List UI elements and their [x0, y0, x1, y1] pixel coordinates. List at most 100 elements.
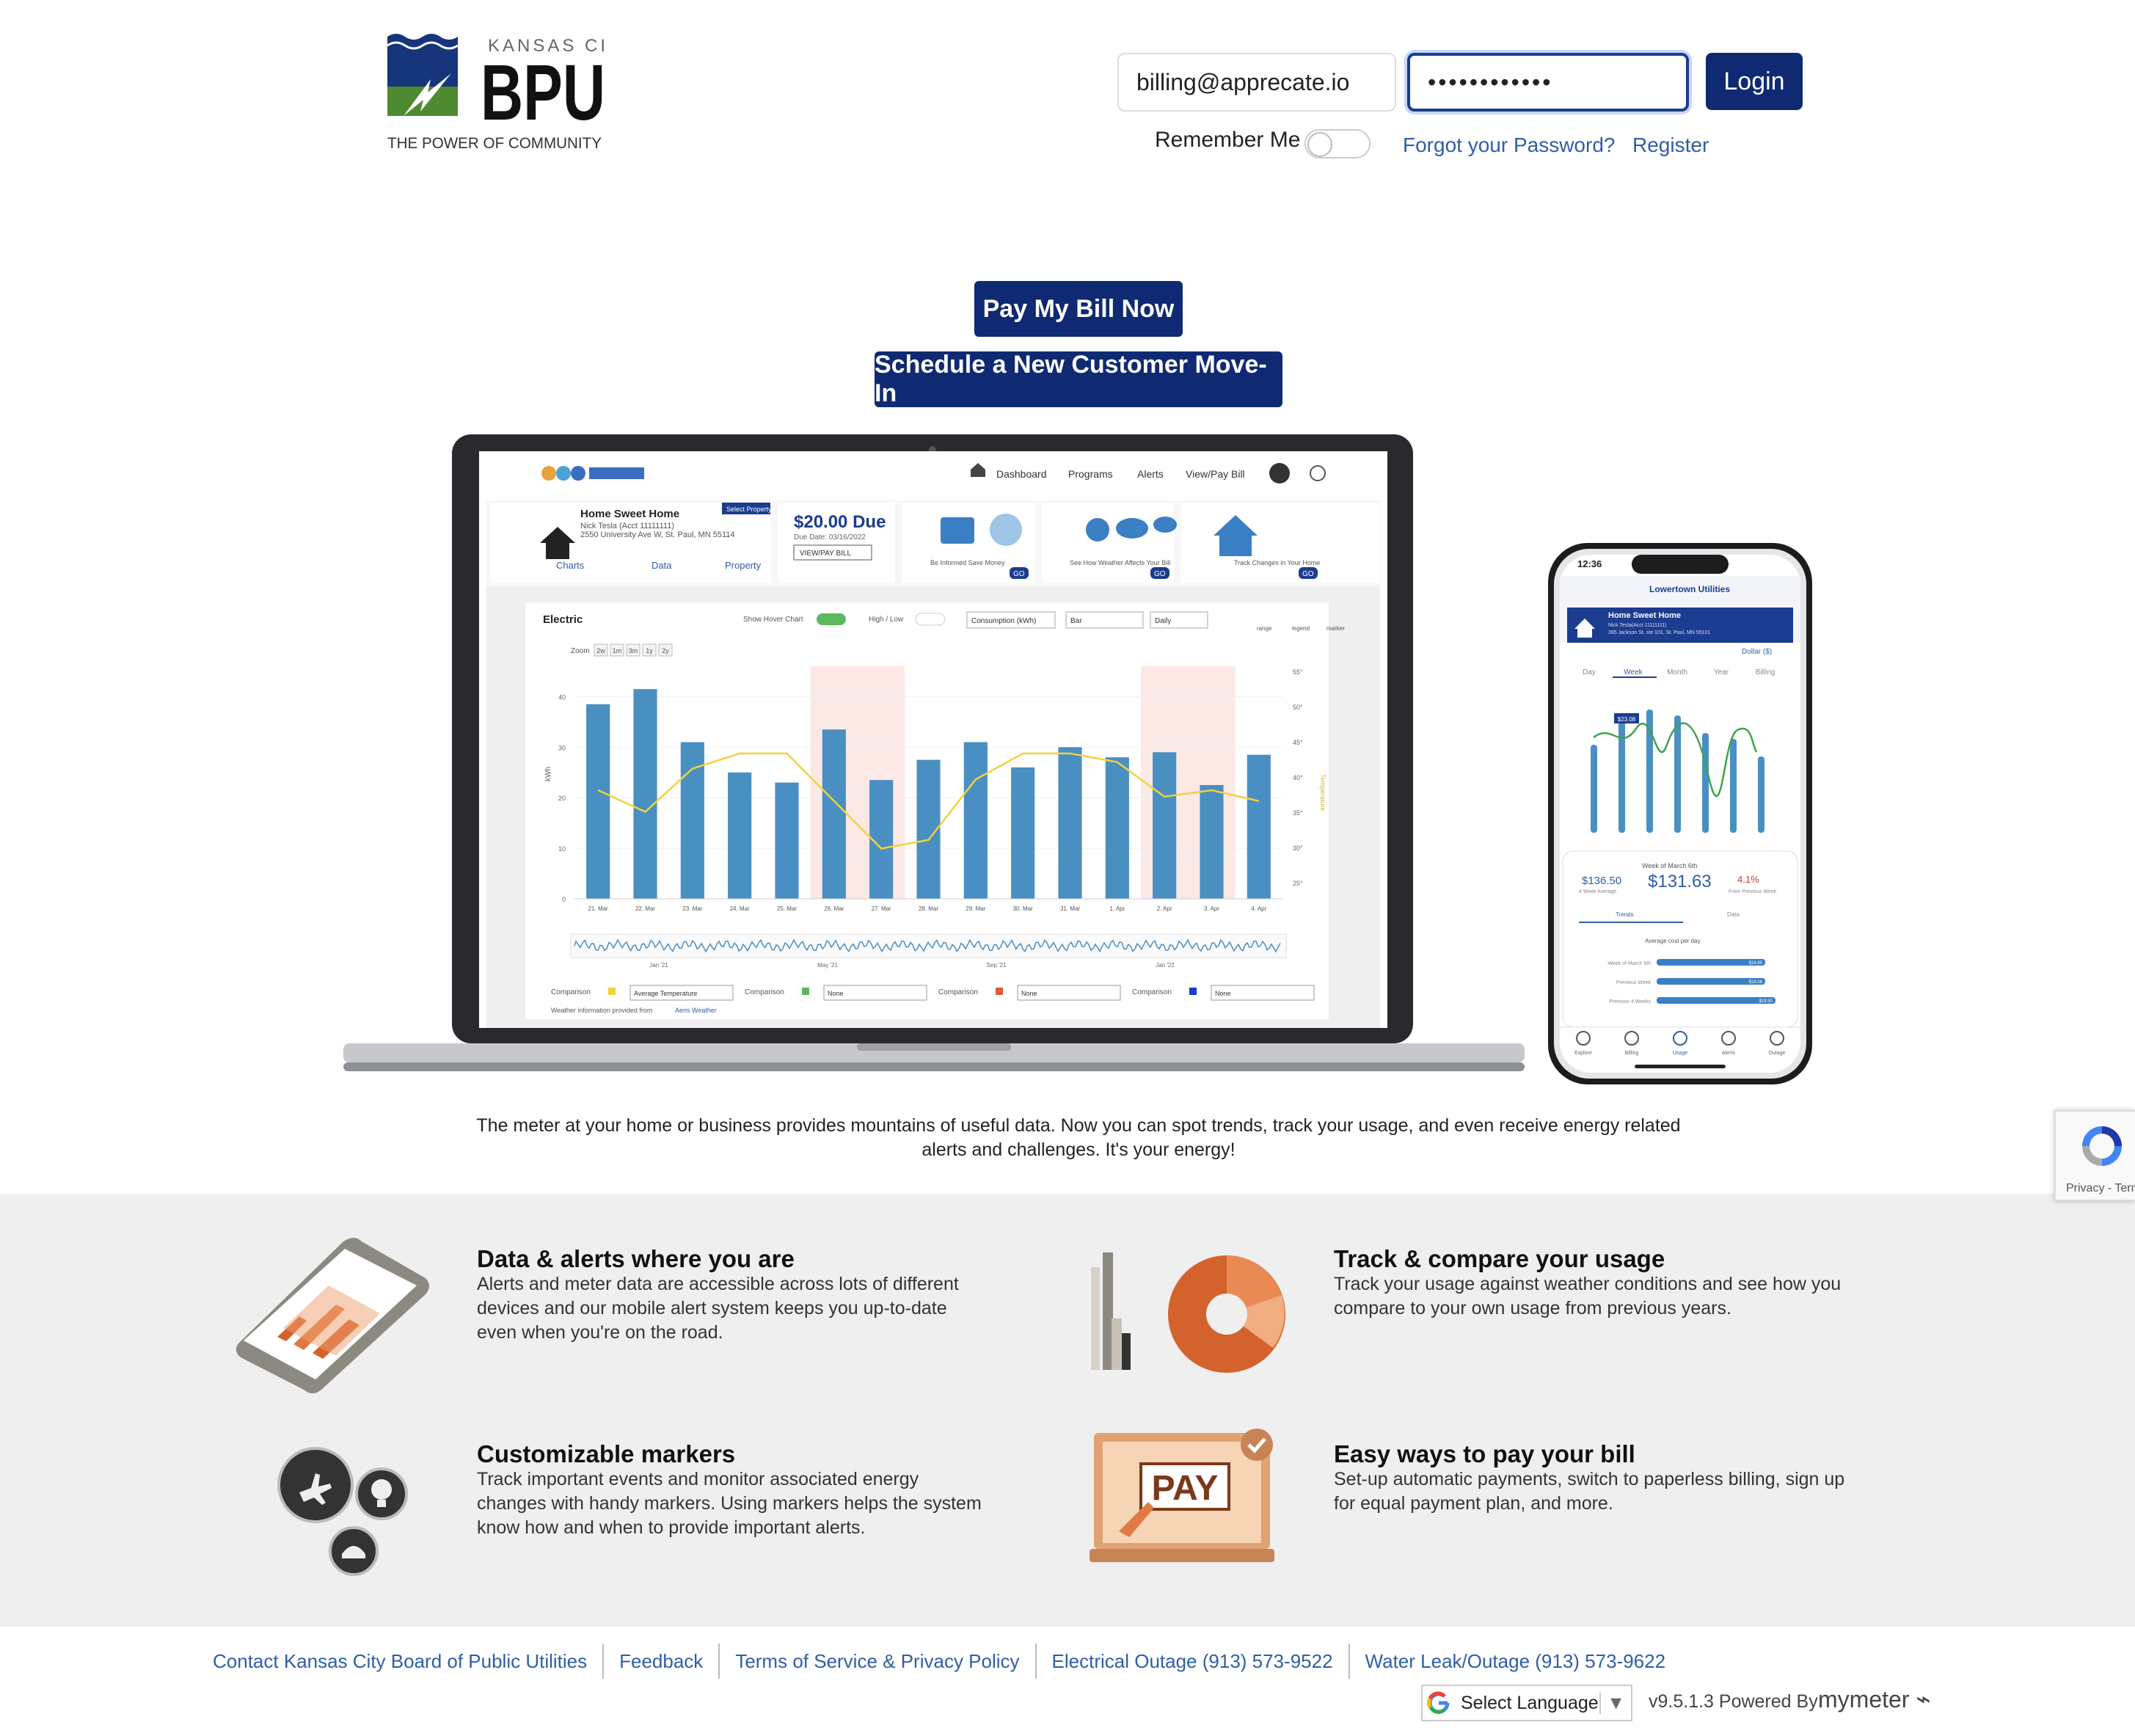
- hero-icon-range: range: [1257, 625, 1272, 632]
- phone-avg-label: 4 Week Average: [1579, 889, 1616, 894]
- navigator-label: May '21: [817, 962, 838, 969]
- mymeter-text: mymeter: [1818, 1686, 1910, 1713]
- comparison-swatch: [608, 988, 616, 995]
- bar-pie-icon: [1091, 1252, 1285, 1373]
- phone-row-value: $18.08: [1749, 980, 1763, 985]
- phone-nav-label: Usage: [1673, 1051, 1687, 1056]
- hero-home-sub1: Nick Tesla (Acct 11111111): [580, 522, 674, 530]
- hero-daily: Daily: [1155, 617, 1171, 625]
- login-button[interactable]: Login: [1706, 53, 1803, 110]
- phone-row-value: $18.80: [1749, 961, 1763, 966]
- hero-electric: Electric: [543, 613, 583, 626]
- forgot-password-link[interactable]: Forgot your Password?: [1403, 134, 1615, 157]
- usage-bar: [728, 772, 752, 899]
- hero-high-low: High / Low: [869, 616, 904, 624]
- phone-sub1: Nick Tesla(Acct 11111111): [1608, 623, 1667, 628]
- phone-nav-label: Explore: [1574, 1051, 1592, 1056]
- chevron-down-icon: ▼: [1599, 1692, 1625, 1714]
- lightbulb-icon: [371, 1479, 392, 1500]
- comparison-label: Comparison: [1132, 988, 1172, 996]
- register-link[interactable]: Register: [1632, 134, 1709, 157]
- hero-weather-link: Aeris Weather: [675, 1007, 717, 1014]
- usage-bar: [633, 689, 657, 899]
- usage-bar: [1058, 747, 1082, 899]
- x-tick: 2. Apr: [1157, 905, 1172, 912]
- navigator-label: Sep '21: [987, 962, 1007, 969]
- feature-desc-pay-bill: Set-up automatic payments, switch to pap…: [1334, 1469, 1845, 1514]
- mymeter-bolt-icon: ⌁: [1916, 1685, 1931, 1713]
- hero-tab-charts: Charts: [556, 560, 585, 571]
- x-tick: 22. Mar: [635, 905, 655, 912]
- footer-link-terms[interactable]: Terms of Service & Privacy Policy: [720, 1644, 1037, 1679]
- phone-cost-title: Average cost per day: [1645, 938, 1700, 944]
- usage-bar: [822, 729, 846, 899]
- hero-icon-marker: marker: [1326, 625, 1345, 632]
- r-tick: 35°: [1293, 809, 1303, 817]
- x-tick: 29. Mar: [966, 905, 985, 912]
- usage-bar: [1247, 754, 1271, 899]
- footer-link-feedback[interactable]: Feedback: [604, 1644, 720, 1679]
- schedule-move-in-button[interactable]: Schedule a New Customer Move-In: [875, 351, 1282, 407]
- navigator-label: Jan '22: [1156, 962, 1175, 969]
- language-select[interactable]: Select Language ▼: [1421, 1685, 1632, 1721]
- phone-tab: Month: [1667, 668, 1687, 676]
- version-text: v9.5.1.3 Powered By:: [1649, 1691, 1823, 1712]
- x-tick: 30. Mar: [1013, 905, 1033, 912]
- bpu-logo[interactable]: KANSAS CITY BPU THE POWER OF COMMUNITY: [385, 29, 605, 161]
- x-tick: 24. Mar: [730, 905, 750, 912]
- footer-link-contact[interactable]: Contact Kansas City Board of Public Util…: [198, 1644, 605, 1679]
- logo-tagline: THE POWER OF COMMUNITY: [387, 135, 602, 152]
- hero-view-pay: VIEW/PAY BILL: [800, 550, 851, 558]
- mymeter-logo[interactable]: mymeter ⌁: [1818, 1685, 1931, 1714]
- hero-tab-property: Property: [725, 560, 762, 571]
- phone-nav-label: Billing: [1625, 1051, 1639, 1056]
- phone-pct-label: From Previous Week: [1729, 889, 1777, 894]
- hero-due: $20.00 Due: [794, 512, 886, 532]
- hero-bar-select: Bar: [1070, 617, 1082, 625]
- remember-me-toggle[interactable]: [1304, 129, 1371, 158]
- hero-card2: See How Weather Affects Your Bill: [1070, 559, 1170, 566]
- usage-bar: [1153, 752, 1177, 899]
- hero-go1: GO: [1013, 570, 1025, 578]
- hero-show-hover: Show Hover Chart: [743, 616, 803, 624]
- usage-bar: [775, 782, 799, 899]
- phone-nav-label: Alerts: [1722, 1051, 1735, 1056]
- r-tick: 40°: [1293, 774, 1303, 781]
- recaptcha-badge[interactable]: Privacy - Terms: [2054, 1110, 2135, 1201]
- navigator-label: Jan '21: [649, 962, 668, 969]
- phone-avg-val: $136.50: [1582, 875, 1621, 887]
- recaptcha-icon: [2082, 1126, 2122, 1166]
- password-field[interactable]: [1407, 53, 1689, 112]
- hero-tab-data: Data: [652, 560, 672, 571]
- email-field[interactable]: [1117, 53, 1396, 112]
- pay-icon-text: PAY: [1152, 1469, 1219, 1508]
- google-icon: [1426, 1691, 1450, 1714]
- feature-title-markers: Customizable markers: [477, 1440, 736, 1467]
- comparison-label: Comparison: [745, 988, 784, 996]
- devices-illustration: Dashboard Programs Alerts View/Pay Bill …: [343, 434, 1812, 1084]
- phone-brand: Lowertown Utilities: [1649, 584, 1730, 594]
- recaptcha-text[interactable]: Privacy - Terms: [2066, 1182, 2135, 1195]
- phone-bar: [1730, 739, 1737, 833]
- x-tick: 23. Mar: [682, 905, 702, 912]
- x-tick: 27. Mar: [872, 905, 891, 912]
- footer-link-electrical-outage[interactable]: Electrical Outage (913) 573-9522: [1037, 1644, 1350, 1679]
- hero-card3: Track Changes in Your Home: [1234, 559, 1320, 566]
- intro-text: The meter at your home or business provi…: [476, 1115, 1681, 1160]
- feature-desc-markers: Track important events and monitor assoc…: [477, 1469, 982, 1538]
- comparison-value: Average Temperature: [634, 990, 697, 997]
- hero-home-sub2: 2550 University Ave W, St. Paul, MN 5511…: [580, 530, 735, 539]
- weather-icon: [1086, 518, 1109, 541]
- phone-subtab-data: Data: [1727, 911, 1740, 918]
- features-section: Data & alerts where you are Alerts and m…: [0, 1194, 2135, 1627]
- y-tick: 0: [562, 896, 566, 903]
- pay-my-bill-button[interactable]: Pay My Bill Now: [974, 281, 1183, 337]
- x-tick: 26. Mar: [824, 905, 844, 912]
- usage-bar: [963, 742, 988, 899]
- comparison-value: None: [1215, 990, 1231, 997]
- y-tick: 10: [558, 845, 566, 853]
- phone-bar: [1758, 756, 1764, 833]
- phone: 12:36 Lowertown Utilities Home Sweet Hom…: [1548, 543, 1812, 1084]
- phone-tab: Billing: [1756, 668, 1775, 676]
- footer-link-water-leak[interactable]: Water Leak/Outage (913) 573-9622: [1350, 1644, 1682, 1679]
